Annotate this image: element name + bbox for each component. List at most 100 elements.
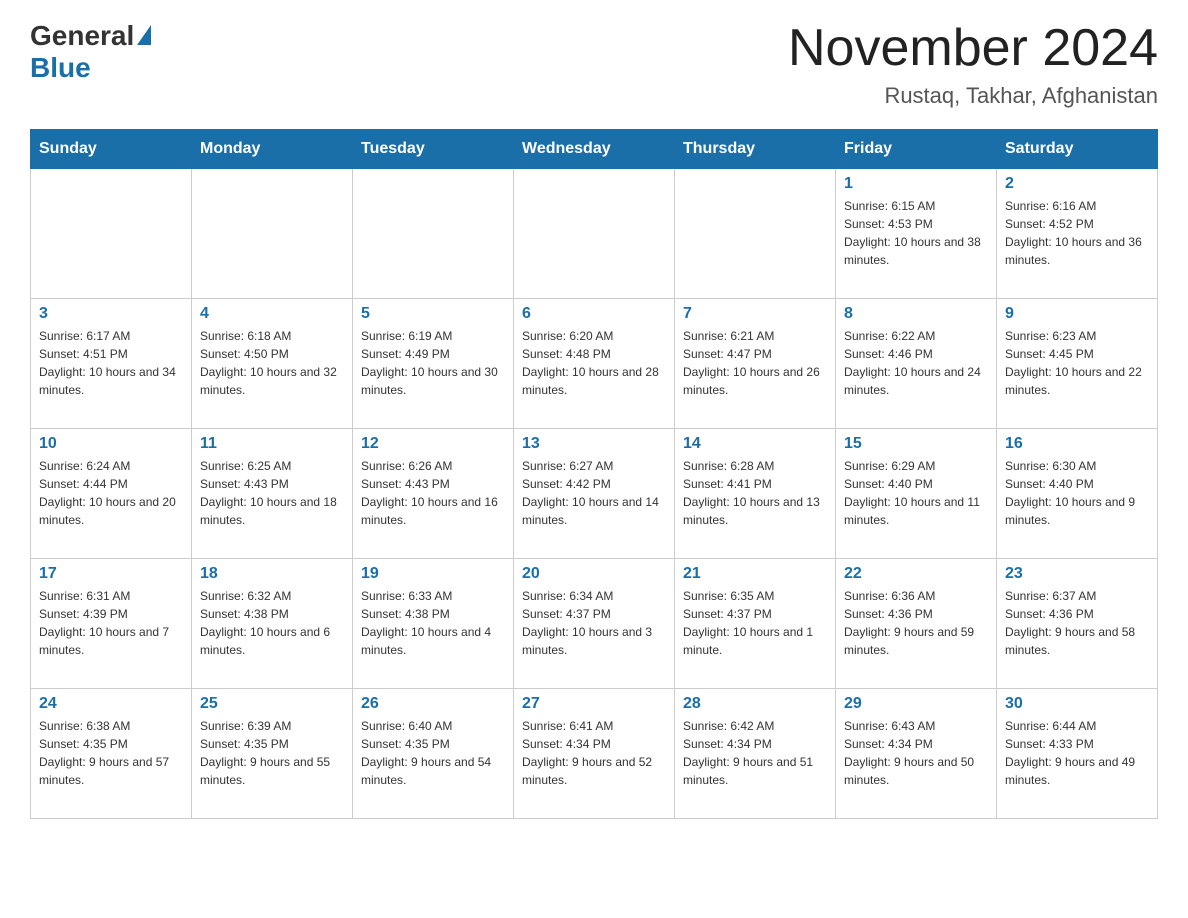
calendar-header: SundayMondayTuesdayWednesdayThursdayFrid… — [31, 130, 1158, 169]
calendar-cell: 24 Sunrise: 6:38 AMSunset: 4:35 PMDayligh… — [31, 689, 192, 819]
calendar-cell: 26 Sunrise: 6:40 AMSunset: 4:35 PMDayligh… — [353, 689, 514, 819]
calendar-cell: 25 Sunrise: 6:39 AMSunset: 4:35 PMDayligh… — [192, 689, 353, 819]
day-number: 23 — [1005, 565, 1149, 583]
week-row-2: 3 Sunrise: 6:17 AMSunset: 4:51 PMDaylight… — [31, 299, 1158, 429]
calendar-cell: 12Sunrise: 6:26 AMSunset: 4:43 PMDayligh… — [353, 429, 514, 559]
calendar-cell — [192, 169, 353, 299]
weekday-header-wednesday: Wednesday — [514, 130, 675, 169]
weekday-header-sunday: Sunday — [31, 130, 192, 169]
day-info: Sunrise: 6:44 AMSunset: 4:33 PMDaylight:… — [1005, 717, 1149, 789]
week-row-3: 10 Sunrise: 6:24 AMSunset: 4:44 PMDayligh… — [31, 429, 1158, 559]
day-info: Sunrise: 6:35 AMSunset: 4:37 PMDaylight:… — [683, 587, 827, 659]
day-number: 15 — [844, 435, 988, 453]
weekday-header-row: SundayMondayTuesdayWednesdayThursdayFrid… — [31, 130, 1158, 169]
calendar-cell: 29Sunrise: 6:43 AMSunset: 4:34 PMDayligh… — [836, 689, 997, 819]
day-number: 19 — [361, 565, 505, 583]
day-number: 4 — [200, 305, 344, 323]
day-number: 17 — [39, 565, 183, 583]
calendar-cell: 18 Sunrise: 6:32 AMSunset: 4:38 PMDayligh… — [192, 559, 353, 689]
calendar-cell: 3 Sunrise: 6:17 AMSunset: 4:51 PMDaylight… — [31, 299, 192, 429]
day-number: 6 — [522, 305, 666, 323]
day-info: Sunrise: 6:15 AMSunset: 4:53 PMDaylight:… — [844, 197, 988, 269]
calendar-body: 1 Sunrise: 6:15 AMSunset: 4:53 PMDaylight… — [31, 169, 1158, 819]
calendar-cell: 23 Sunrise: 6:37 AMSunset: 4:36 PMDayligh… — [997, 559, 1158, 689]
day-info: Sunrise: 6:24 AMSunset: 4:44 PMDaylight:… — [39, 457, 183, 529]
day-info: Sunrise: 6:23 AMSunset: 4:45 PMDaylight:… — [1005, 327, 1149, 399]
logo-triangle-icon — [137, 25, 151, 45]
calendar-cell — [675, 169, 836, 299]
calendar-cell: 9 Sunrise: 6:23 AMSunset: 4:45 PMDaylight… — [997, 299, 1158, 429]
day-number: 21 — [683, 565, 827, 583]
calendar-cell: 10 Sunrise: 6:24 AMSunset: 4:44 PMDayligh… — [31, 429, 192, 559]
day-info: Sunrise: 6:42 AMSunset: 4:34 PMDaylight:… — [683, 717, 827, 789]
day-info: Sunrise: 6:20 AMSunset: 4:48 PMDaylight:… — [522, 327, 666, 399]
calendar-cell: 11 Sunrise: 6:25 AMSunset: 4:43 PMDayligh… — [192, 429, 353, 559]
day-number: 24 — [39, 695, 183, 713]
calendar-cell — [514, 169, 675, 299]
calendar-table: SundayMondayTuesdayWednesdayThursdayFrid… — [30, 129, 1158, 819]
day-number: 5 — [361, 305, 505, 323]
calendar-cell: 17Sunrise: 6:31 AMSunset: 4:39 PMDayligh… — [31, 559, 192, 689]
week-row-1: 1 Sunrise: 6:15 AMSunset: 4:53 PMDaylight… — [31, 169, 1158, 299]
day-info: Sunrise: 6:32 AMSunset: 4:38 PMDaylight:… — [200, 587, 344, 659]
day-info: Sunrise: 6:30 AMSunset: 4:40 PMDaylight:… — [1005, 457, 1149, 529]
day-info: Sunrise: 6:34 AMSunset: 4:37 PMDaylight:… — [522, 587, 666, 659]
day-number: 11 — [200, 435, 344, 453]
day-number: 3 — [39, 305, 183, 323]
day-number: 18 — [200, 565, 344, 583]
weekday-header-monday: Monday — [192, 130, 353, 169]
day-info: Sunrise: 6:33 AMSunset: 4:38 PMDaylight:… — [361, 587, 505, 659]
weekday-header-thursday: Thursday — [675, 130, 836, 169]
calendar-cell: 5 Sunrise: 6:19 AMSunset: 4:49 PMDaylight… — [353, 299, 514, 429]
calendar-subtitle: Rustaq, Takhar, Afghanistan — [788, 83, 1158, 109]
calendar-cell — [31, 169, 192, 299]
day-number: 26 — [361, 695, 505, 713]
logo-general: General — [30, 20, 151, 52]
day-info: Sunrise: 6:40 AMSunset: 4:35 PMDaylight:… — [361, 717, 505, 789]
day-number: 10 — [39, 435, 183, 453]
day-info: Sunrise: 6:38 AMSunset: 4:35 PMDaylight:… — [39, 717, 183, 789]
calendar-cell: 27 Sunrise: 6:41 AMSunset: 4:34 PMDayligh… — [514, 689, 675, 819]
weekday-header-saturday: Saturday — [997, 130, 1158, 169]
calendar-cell: 30Sunrise: 6:44 AMSunset: 4:33 PMDayligh… — [997, 689, 1158, 819]
day-number: 1 — [844, 175, 988, 193]
day-info: Sunrise: 6:19 AMSunset: 4:49 PMDaylight:… — [361, 327, 505, 399]
calendar-cell: 15 Sunrise: 6:29 AMSunset: 4:40 PMDayligh… — [836, 429, 997, 559]
logo-general-text: General — [30, 20, 134, 52]
calendar-cell: 7 Sunrise: 6:21 AMSunset: 4:47 PMDaylight… — [675, 299, 836, 429]
calendar-cell — [353, 169, 514, 299]
day-info: Sunrise: 6:28 AMSunset: 4:41 PMDaylight:… — [683, 457, 827, 529]
day-info: Sunrise: 6:41 AMSunset: 4:34 PMDaylight:… — [522, 717, 666, 789]
calendar-cell: 2 Sunrise: 6:16 AMSunset: 4:52 PMDaylight… — [997, 169, 1158, 299]
day-info: Sunrise: 6:39 AMSunset: 4:35 PMDaylight:… — [200, 717, 344, 789]
day-number: 22 — [844, 565, 988, 583]
day-number: 13 — [522, 435, 666, 453]
day-number: 7 — [683, 305, 827, 323]
logo-blue-text: Blue — [30, 52, 91, 84]
calendar-cell: 20Sunrise: 6:34 AMSunset: 4:37 PMDayligh… — [514, 559, 675, 689]
weekday-header-tuesday: Tuesday — [353, 130, 514, 169]
day-info: Sunrise: 6:17 AMSunset: 4:51 PMDaylight:… — [39, 327, 183, 399]
day-info: Sunrise: 6:26 AMSunset: 4:43 PMDaylight:… — [361, 457, 505, 529]
calendar-cell: 16Sunrise: 6:30 AMSunset: 4:40 PMDayligh… — [997, 429, 1158, 559]
week-row-4: 17Sunrise: 6:31 AMSunset: 4:39 PMDayligh… — [31, 559, 1158, 689]
calendar-cell: 6 Sunrise: 6:20 AMSunset: 4:48 PMDaylight… — [514, 299, 675, 429]
day-info: Sunrise: 6:29 AMSunset: 4:40 PMDaylight:… — [844, 457, 988, 529]
day-number: 14 — [683, 435, 827, 453]
day-number: 2 — [1005, 175, 1149, 193]
day-info: Sunrise: 6:37 AMSunset: 4:36 PMDaylight:… — [1005, 587, 1149, 659]
calendar-title: November 2024 — [788, 20, 1158, 77]
day-info: Sunrise: 6:25 AMSunset: 4:43 PMDaylight:… — [200, 457, 344, 529]
calendar-cell: 22Sunrise: 6:36 AMSunset: 4:36 PMDayligh… — [836, 559, 997, 689]
logo: General Blue — [30, 20, 151, 84]
day-number: 25 — [200, 695, 344, 713]
day-number: 9 — [1005, 305, 1149, 323]
day-info: Sunrise: 6:21 AMSunset: 4:47 PMDaylight:… — [683, 327, 827, 399]
calendar-cell: 19 Sunrise: 6:33 AMSunset: 4:38 PMDayligh… — [353, 559, 514, 689]
weekday-header-friday: Friday — [836, 130, 997, 169]
day-number: 27 — [522, 695, 666, 713]
week-row-5: 24 Sunrise: 6:38 AMSunset: 4:35 PMDayligh… — [31, 689, 1158, 819]
day-info: Sunrise: 6:16 AMSunset: 4:52 PMDaylight:… — [1005, 197, 1149, 269]
page-header: General Blue November 2024 Rustaq, Takha… — [30, 20, 1158, 109]
calendar-cell: 4Sunrise: 6:18 AMSunset: 4:50 PMDaylight… — [192, 299, 353, 429]
